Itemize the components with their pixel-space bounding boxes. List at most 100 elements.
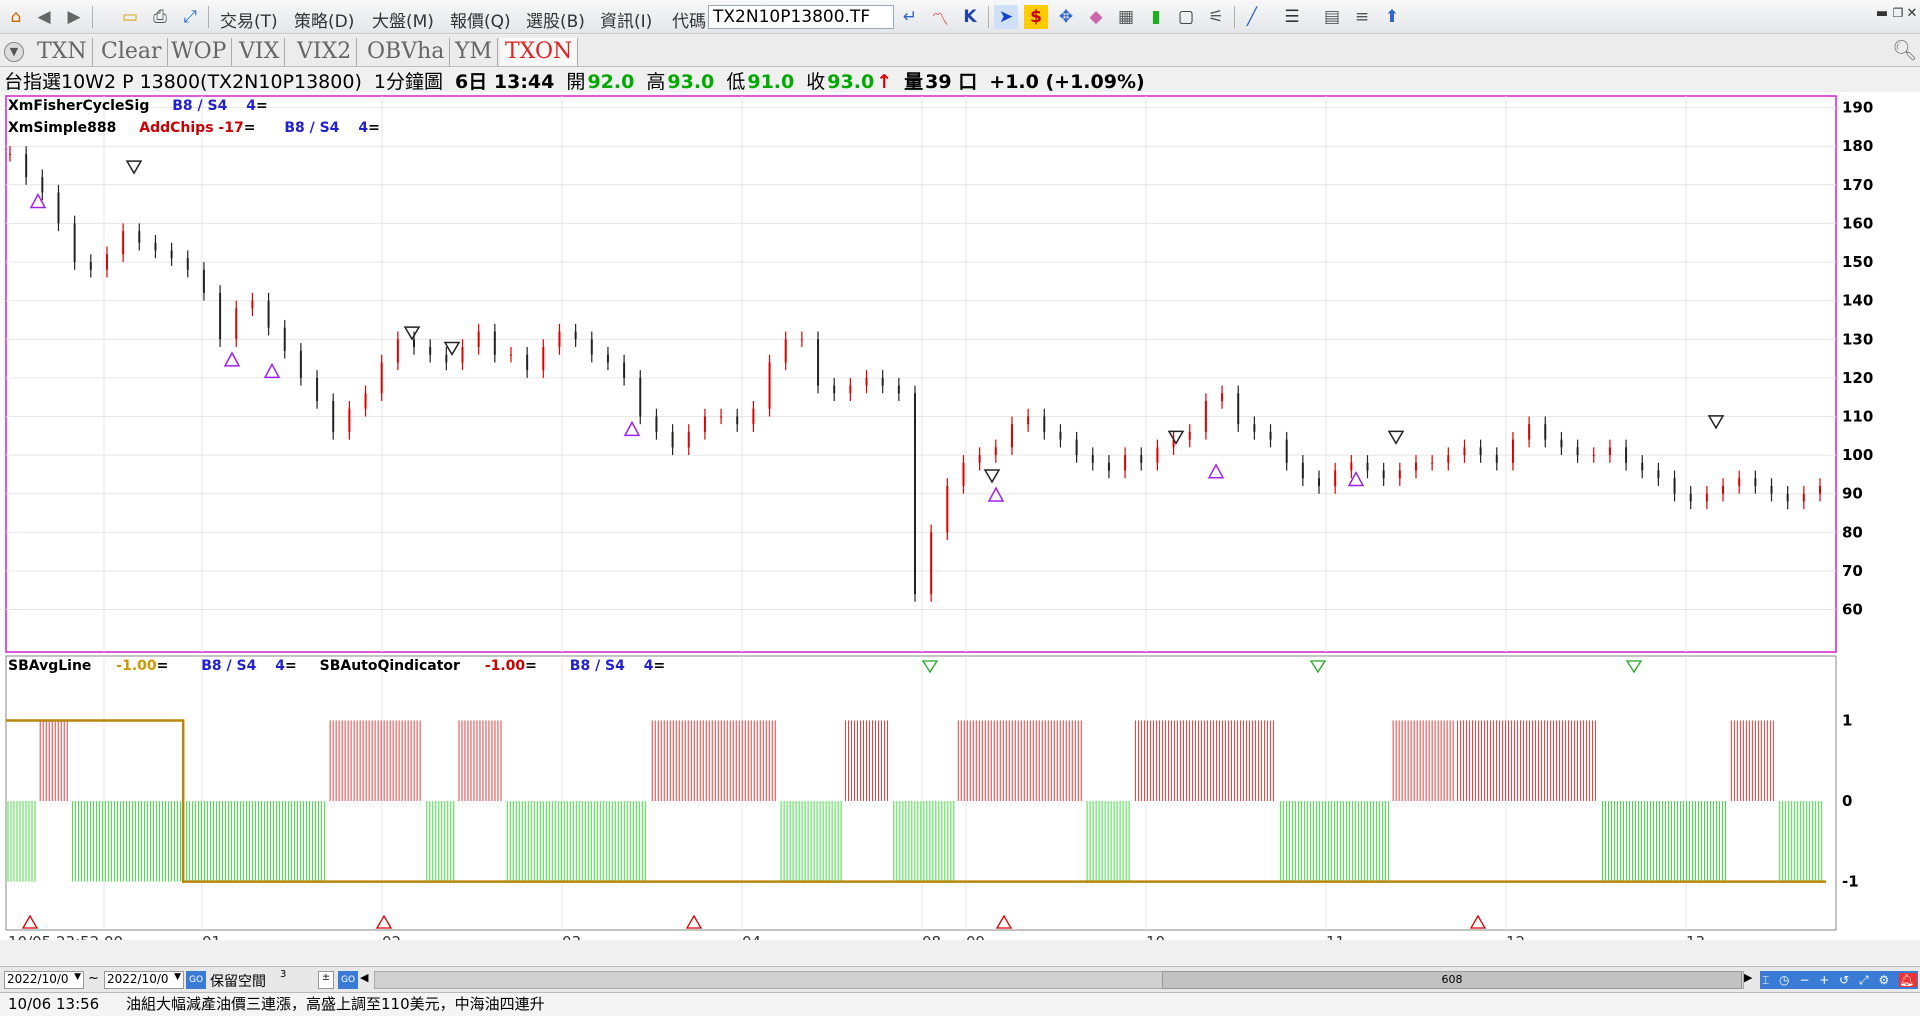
cursor-tool-icon[interactable]: ⌶ — [1762, 973, 1772, 987]
x-tick-label: 04 — [742, 933, 761, 940]
candles-icon[interactable]: ▮ — [1144, 5, 1168, 29]
x-tick-label: 11 — [1326, 933, 1345, 940]
scroll-left-icon[interactable]: ◀ — [360, 971, 372, 989]
indicator-label-simple: XmSimple888 AddChips -17= B8 / S4 4= — [8, 120, 380, 136]
go-button[interactable]: GO — [186, 971, 206, 989]
tab-txn[interactable]: TXN — [32, 38, 93, 66]
go-button-2[interactable]: GO — [338, 971, 358, 989]
chart-tools-strip[interactable]: ⌶ ◷ − + ↺ ⤢ ⚙ 🔔︎ — [1760, 971, 1918, 989]
k-line-icon[interactable]: K — [958, 5, 982, 29]
print-icon[interactable]: ⎙ — [148, 5, 172, 29]
candle-body — [1350, 462, 1353, 471]
reset-icon[interactable]: ↺ — [1839, 973, 1852, 987]
candle-body — [170, 250, 173, 259]
close-value: 93.0 — [827, 71, 875, 93]
sell-signal-triangle — [983, 469, 1001, 484]
levels-icon[interactable]: ☰ — [1280, 5, 1304, 29]
candle-body — [1366, 462, 1369, 471]
eraser-icon[interactable]: ◆ — [1084, 5, 1108, 29]
range-bar: 2022/10/0 ▼ ~ 2022/10/0 ▼ GO 保留空間 3 ± GO ◀… — [0, 966, 1920, 992]
table-icon[interactable]: ▦ — [1114, 5, 1138, 29]
candle-body — [994, 447, 997, 456]
buy-signal-triangle — [1207, 463, 1225, 479]
x-tick-label: 12 — [1506, 933, 1525, 940]
pattern-icon[interactable]: ⚟ — [1204, 5, 1228, 29]
tab-clear[interactable]: Clear — [96, 38, 168, 66]
tab-txon[interactable]: TXON — [500, 38, 579, 66]
parallel-icon[interactable]: ≡ — [1350, 5, 1374, 29]
sub-eq-2: = — [653, 658, 666, 674]
tab-vix2[interactable]: VIX2 — [292, 38, 358, 66]
tab-obvha[interactable]: OBVha — [362, 38, 451, 66]
menu-quote[interactable]: 報價(Q) — [450, 7, 511, 32]
menu-stock-select[interactable]: 選股(B) — [526, 7, 585, 32]
arrow-up-icon[interactable]: ⬆ — [1380, 5, 1404, 29]
tab-wop[interactable]: WOP — [166, 38, 233, 66]
status-news[interactable]: 油組大幅減產油價三連漲，高盛上調至110美元，中海油四連升 — [126, 995, 545, 1013]
date-from-dropdown-icon[interactable]: ▼ — [74, 972, 81, 982]
fit-icon[interactable]: ⤢ — [1859, 973, 1872, 987]
candle-body — [1269, 431, 1272, 440]
sub-buy-marker — [995, 914, 1013, 929]
candle-body — [1188, 431, 1191, 440]
reserve-value[interactable]: 3 — [280, 969, 286, 980]
candle-body — [1786, 493, 1789, 502]
candle-body — [978, 455, 981, 463]
tab-vix[interactable]: VIX — [234, 38, 286, 66]
chart-area[interactable]: 190 180 170 160 150 140 130 120 110 100 90 80 70 60 1 0… — [0, 92, 1920, 940]
clock-icon[interactable]: ◷ — [1779, 973, 1792, 987]
expand-icon[interactable]: ⤢ — [178, 5, 202, 29]
x-tick-label: 10/05 23:52 — [8, 933, 99, 940]
hatch-icon[interactable]: ▤ — [1320, 5, 1344, 29]
date-to-input[interactable]: 2022/10/0 ▼ — [104, 971, 184, 989]
candle-body — [429, 346, 432, 355]
tab-menu-chevron-down-icon[interactable]: ▼ — [4, 42, 24, 62]
open-folder-icon[interactable]: ▭ — [118, 5, 142, 29]
move-icon[interactable]: ✥ — [1054, 5, 1078, 29]
reserve-stepper[interactable]: ± — [318, 971, 334, 989]
alert-icon[interactable]: 🔔︎ — [1899, 973, 1918, 987]
zoom-icon[interactable]: 🔍︎ — [1892, 38, 1917, 62]
menu-strategy[interactable]: 策略(D) — [294, 7, 354, 32]
sub-params-1: B8 / S4 — [201, 658, 257, 674]
sub-y-tick-label: 0 — [1842, 792, 1852, 810]
candle-body — [1027, 416, 1030, 425]
scroll-right-icon[interactable]: ▶ — [1744, 971, 1756, 989]
line-draw-icon[interactable]: ╱ — [1240, 5, 1264, 29]
dollar-icon[interactable]: $ — [1024, 5, 1048, 29]
back-arrow-icon[interactable]: ◀ — [32, 5, 56, 29]
menu-info[interactable]: 資訊(I) — [600, 7, 652, 32]
zoom-in-icon[interactable]: + — [1819, 973, 1832, 987]
main-pane-frame — [5, 95, 1837, 653]
chart-svg[interactable]: 1901801701601501401301201101009080706010… — [0, 92, 1920, 940]
x-tick-label: 13 — [1686, 933, 1705, 940]
enter-icon[interactable]: ↵ — [898, 5, 922, 29]
home-icon[interactable]: ⌂ — [4, 5, 28, 29]
status-time: 10/06 13:56 — [8, 995, 100, 1013]
open-label: 開 — [566, 71, 586, 93]
menu-trade[interactable]: 交易(T) — [220, 7, 278, 32]
minimize-icon[interactable]: ▬ — [1874, 4, 1890, 22]
toolbar-separator — [988, 6, 989, 28]
symbol-input[interactable]: TX2N10P13800.TF — [708, 5, 894, 29]
pointer-icon[interactable]: ➤ — [994, 5, 1018, 29]
candle-body — [1722, 485, 1725, 494]
chart-icon[interactable]: 〽 — [928, 5, 952, 30]
zoom-out-icon[interactable]: − — [1799, 973, 1812, 987]
candle-body — [9, 153, 11, 155]
close-icon[interactable]: ✕ — [1904, 4, 1920, 22]
candle-body — [1495, 455, 1498, 463]
candle-body — [1802, 493, 1805, 502]
scrollbar-thumb[interactable]: 608 — [1162, 971, 1742, 989]
forward-arrow-icon[interactable]: ▶ — [62, 5, 86, 29]
tab-ym[interactable]: YM — [450, 38, 499, 66]
settings-icon[interactable]: ⚙ — [1878, 973, 1892, 987]
candle-body — [1657, 470, 1660, 479]
sub-buy-marker — [1469, 914, 1487, 929]
candle-body — [1301, 462, 1304, 479]
x-tick-label: 02 — [382, 933, 401, 940]
date-to-dropdown-icon[interactable]: ▼ — [174, 972, 181, 982]
date-from-input[interactable]: 2022/10/0 ▼ — [4, 971, 84, 989]
select-box-icon[interactable]: ▢ — [1174, 5, 1198, 29]
menu-market[interactable]: 大盤(M) — [372, 7, 434, 32]
